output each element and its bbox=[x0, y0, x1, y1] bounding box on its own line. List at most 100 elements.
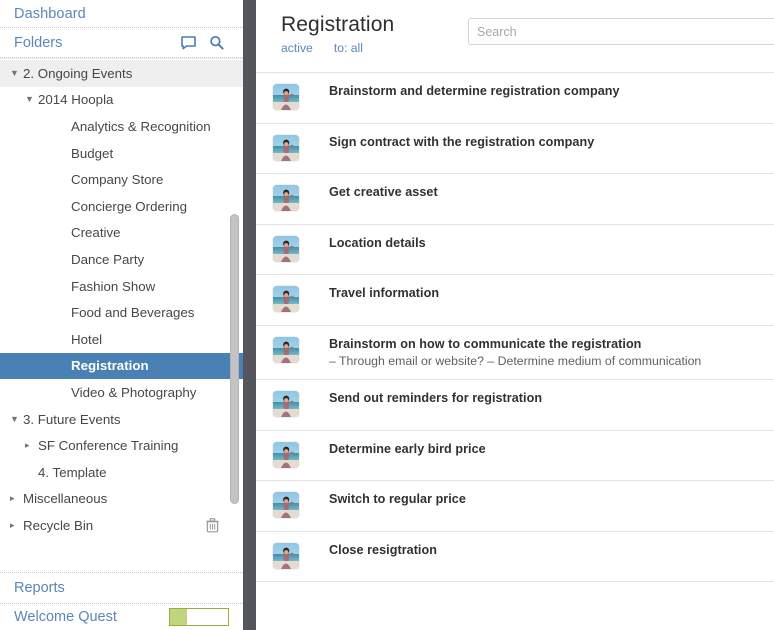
main-header: Registration active to: all bbox=[256, 0, 774, 72]
sidebar-item-dashboard[interactable]: Dashboard bbox=[0, 0, 243, 27]
sidebar-tree-item[interactable]: 4. Template bbox=[0, 459, 243, 486]
sidebar-tree-item[interactable]: Company Store bbox=[0, 166, 243, 193]
task-text: Brainstorm on how to communicate the reg… bbox=[329, 335, 701, 370]
chevron-down-icon[interactable]: ▼ bbox=[10, 414, 23, 424]
sidebar-tree-item-label: Recycle Bin bbox=[23, 517, 94, 533]
task-text: Send out reminders for registration bbox=[329, 389, 542, 406]
sidebar-tree-item-label: Analytics & Recognition bbox=[71, 118, 211, 134]
welcome-quest-progress-bar bbox=[169, 608, 229, 626]
avatar[interactable] bbox=[273, 542, 299, 569]
sidebar-tree-item-label: Hotel bbox=[71, 331, 103, 347]
task-row[interactable]: Send out reminders for registration bbox=[256, 379, 774, 431]
sidebar-tree-item-label: 2014 Hoopla bbox=[38, 92, 114, 108]
sidebar-tree-item[interactable]: Creative bbox=[0, 220, 243, 247]
task-text: Travel information bbox=[329, 284, 439, 301]
chevron-right-icon[interactable]: ▸ bbox=[10, 494, 23, 503]
sidebar-scrollbar-thumb[interactable] bbox=[230, 214, 239, 504]
task-row[interactable]: Get creative asset bbox=[256, 174, 774, 225]
task-row[interactable]: Switch to regular price bbox=[256, 481, 774, 532]
task-subtitle: – Through email or website? – Determine … bbox=[329, 353, 702, 368]
panel-divider bbox=[243, 0, 256, 630]
folder-tree-scroll-area: ▼ 2. Ongoing Events ▼ 2014 Hoopla Analytics … bbox=[0, 58, 243, 572]
task-title: Location details bbox=[329, 235, 426, 250]
task-text: Location details bbox=[329, 234, 426, 251]
sidebar-tree-item[interactable]: Food and Beverages bbox=[0, 299, 243, 326]
avatar[interactable] bbox=[273, 390, 299, 417]
task-row[interactable]: Brainstorm and determine registration co… bbox=[256, 73, 774, 124]
task-row[interactable]: Sign contract with the registration comp… bbox=[256, 123, 774, 175]
task-title: Send out reminders for registration bbox=[329, 390, 543, 405]
sidebar-tree-item-label: Video & Photography bbox=[71, 384, 197, 400]
task-row[interactable]: Brainstorm on how to communicate the reg… bbox=[256, 325, 774, 380]
sidebar-tree-item[interactable]: Video & Photography bbox=[0, 379, 243, 406]
chevron-right-icon[interactable]: ▸ bbox=[25, 441, 38, 450]
task-row[interactable]: Travel information bbox=[256, 275, 774, 326]
sidebar-tree-item[interactable]: ▼ 2014 Hoopla bbox=[0, 87, 243, 114]
avatar[interactable] bbox=[273, 84, 299, 110]
task-text: Determine early bird price bbox=[329, 440, 486, 457]
sidebar-tree-item-label: Company Store bbox=[71, 172, 164, 188]
task-title: Sign contract with the registration comp… bbox=[329, 134, 595, 149]
task-text: Brainstorm and determine registration co… bbox=[329, 82, 620, 99]
avatar[interactable] bbox=[273, 336, 299, 363]
chevron-right-icon[interactable]: ▸ bbox=[10, 520, 23, 530]
sidebar-bottom: Reports Welcome Quest bbox=[0, 572, 243, 630]
sidebar-tree-item-label: Dance Party bbox=[71, 251, 145, 267]
avatar[interactable] bbox=[273, 235, 299, 262]
task-title: Get creative asset bbox=[329, 185, 438, 200]
sidebar-item-reports[interactable]: Reports bbox=[0, 573, 243, 603]
filter-to-all[interactable]: to: all bbox=[334, 41, 363, 55]
search-field-wrapper bbox=[468, 18, 774, 45]
task-text: Get creative asset bbox=[329, 183, 438, 200]
trash-icon[interactable] bbox=[206, 518, 219, 533]
folders-label: Folders bbox=[14, 34, 63, 51]
folder-tree: ▼ 2. Ongoing Events ▼ 2014 Hoopla Analytics … bbox=[0, 60, 243, 539]
sidebar-tree-item-label: 2. Ongoing Events bbox=[23, 65, 133, 81]
app-root: Dashboard Folders ▼ 2. Ongoing Events ▼ 201… bbox=[0, 0, 774, 630]
chevron-down-icon[interactable]: ▼ bbox=[25, 95, 38, 104]
reports-label: Reports bbox=[14, 580, 65, 596]
sidebar-tree-item-label: Budget bbox=[71, 145, 114, 161]
sidebar: Dashboard Folders ▼ 2. Ongoing Events ▼ 201… bbox=[0, 0, 243, 630]
task-title: Determine early bird price bbox=[329, 441, 486, 456]
welcome-quest-label: Welcome Quest bbox=[14, 609, 117, 625]
sidebar-tree-item[interactable]: Registration bbox=[0, 352, 243, 380]
sidebar-tree-item-label: Fashion Show bbox=[71, 278, 156, 294]
sidebar-tree-item[interactable]: ▸ Miscellaneous bbox=[0, 486, 243, 513]
sidebar-tree-item[interactable]: Fashion Show bbox=[0, 273, 243, 300]
sidebar-tree-item-label: Miscellaneous bbox=[23, 491, 108, 507]
task-text: Switch to regular price bbox=[329, 490, 466, 507]
sidebar-tree-item[interactable]: ▼ 3. Future Events bbox=[0, 406, 243, 433]
sidebar-tree-item-label: Food and Beverages bbox=[71, 305, 195, 321]
sidebar-tree-item[interactable]: Dance Party bbox=[0, 246, 243, 273]
avatar[interactable] bbox=[273, 286, 299, 313]
avatar[interactable] bbox=[273, 492, 299, 519]
avatar[interactable] bbox=[273, 441, 299, 468]
filter-active[interactable]: active bbox=[281, 41, 313, 55]
avatar[interactable] bbox=[273, 185, 299, 212]
avatar[interactable] bbox=[273, 134, 299, 161]
search-icon[interactable] bbox=[205, 33, 227, 53]
chevron-down-icon[interactable]: ▼ bbox=[10, 68, 23, 78]
task-list: Brainstorm and determine registration co… bbox=[256, 72, 774, 583]
task-title: Switch to regular price bbox=[329, 492, 466, 507]
sidebar-tree-item-label: SF Conference Training bbox=[38, 438, 179, 454]
sidebar-tree-item[interactable]: ▸ Recycle Bin bbox=[0, 512, 243, 539]
sidebar-tree-item[interactable]: ▸ SF Conference Training bbox=[0, 432, 243, 459]
sidebar-tree-item[interactable]: Concierge Ordering bbox=[0, 193, 243, 220]
sidebar-tree-item[interactable]: Analytics & Recognition bbox=[0, 113, 243, 140]
task-title: Close resigtration bbox=[329, 542, 437, 557]
sidebar-item-welcome-quest[interactable]: Welcome Quest bbox=[0, 604, 243, 630]
sidebar-tree-item[interactable]: Hotel bbox=[0, 326, 243, 353]
task-row[interactable]: Location details bbox=[256, 224, 774, 276]
task-title: Brainstorm on how to communicate the reg… bbox=[329, 336, 642, 351]
main-panel: Registration active to: all Brainstorm a… bbox=[256, 0, 774, 630]
task-row[interactable]: Determine early bird price bbox=[256, 430, 774, 482]
sidebar-tree-item[interactable]: ▼ 2. Ongoing Events bbox=[0, 60, 243, 87]
comment-icon[interactable] bbox=[177, 33, 199, 53]
sidebar-tree-item-label: Creative bbox=[71, 225, 121, 241]
sidebar-tree-item[interactable]: Budget bbox=[0, 140, 243, 167]
search-input[interactable] bbox=[468, 18, 774, 45]
task-row[interactable]: Close resigtration bbox=[256, 531, 774, 583]
task-text: Sign contract with the registration comp… bbox=[329, 133, 594, 150]
